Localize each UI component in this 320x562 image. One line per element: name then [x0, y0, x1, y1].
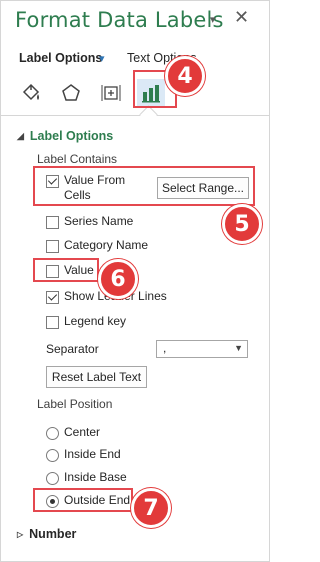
label-options-section-header[interactable]: ◢ Label Options: [17, 129, 113, 143]
effects-icon[interactable]: [57, 79, 85, 107]
series-name-checkbox[interactable]: [46, 216, 59, 229]
pane-menu-arrow[interactable]: ▾: [210, 13, 216, 26]
chevron-down-icon: ▼: [234, 343, 243, 353]
tab-label-options[interactable]: Label Options: [19, 51, 102, 65]
inside-end-label: Inside End: [64, 447, 121, 461]
size-properties-icon[interactable]: [97, 79, 125, 107]
chevron-down-icon[interactable]: ▾: [99, 52, 105, 65]
reset-label-text-button[interactable]: Reset Label Text: [46, 366, 147, 388]
show-leader-lines-checkbox[interactable]: [46, 291, 59, 304]
tab-divider: [1, 115, 269, 116]
center-radio[interactable]: [46, 427, 59, 440]
inside-end-radio[interactable]: [46, 449, 59, 462]
inside-base-radio[interactable]: [46, 472, 59, 485]
inside-base-label: Inside Base: [64, 470, 127, 484]
highlight-outside-end: [33, 488, 133, 512]
highlight-value-from-cells: [33, 166, 255, 206]
category-name-checkbox[interactable]: [46, 240, 59, 253]
collapsed-triangle-icon: ▷: [17, 530, 24, 539]
center-label: Center: [64, 425, 101, 439]
expand-triangle-icon: ◢: [17, 131, 24, 141]
separator-value: ,: [163, 341, 167, 355]
pane-title: Format Data Labels: [15, 8, 224, 32]
series-name-label: Series Name: [64, 214, 134, 228]
label-position-heading: Label Position: [37, 397, 113, 411]
category-name-label: Category Name: [64, 238, 149, 252]
label-contains-heading: Label Contains: [37, 152, 118, 166]
callout-badge-6: 6: [98, 259, 138, 299]
highlight-value: [33, 258, 99, 282]
separator-select[interactable]: , ▼: [156, 340, 248, 358]
callout-badge-4: 4: [165, 56, 205, 96]
callout-badge-5: 5: [222, 204, 262, 244]
callout-badge-7: 7: [131, 488, 171, 528]
legend-key-checkbox[interactable]: [46, 316, 59, 329]
legend-key-label: Legend key: [64, 314, 127, 328]
active-tab-pointer: [139, 105, 158, 124]
fill-line-icon[interactable]: [17, 79, 45, 107]
separator-label: Separator: [46, 342, 99, 356]
number-section-header[interactable]: ▷ Number: [17, 527, 76, 541]
close-icon[interactable]: ✕: [234, 7, 249, 28]
